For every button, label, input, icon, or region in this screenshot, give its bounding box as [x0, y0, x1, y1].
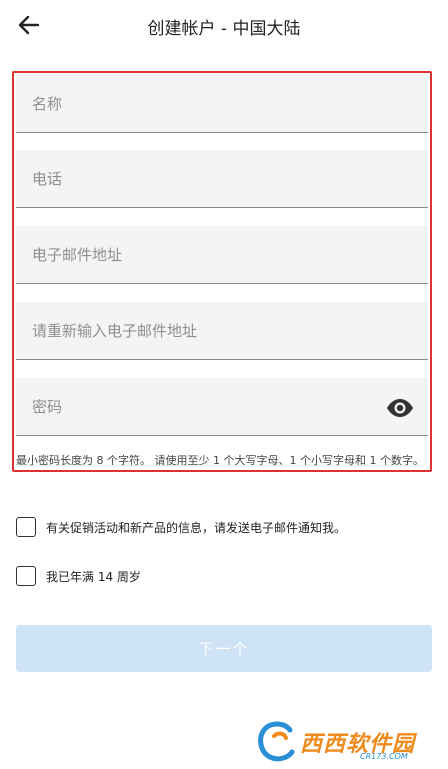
phone-field[interactable]: [16, 150, 428, 208]
eye-icon[interactable]: [386, 398, 414, 418]
phone-input[interactable]: [16, 150, 428, 207]
page-title: 创建帐户 - 中国大陆: [147, 19, 301, 39]
age-option[interactable]: 我已年满 14 周岁: [16, 565, 141, 587]
password-input[interactable]: [16, 378, 428, 435]
watermark-subtext: CR173.COM: [360, 752, 408, 761]
email-field[interactable]: [16, 226, 428, 284]
email-confirm-field[interactable]: [16, 302, 428, 360]
password-field[interactable]: [16, 378, 428, 436]
password-hint: 最小密码长度为 8 个字符。 请使用至少 1 个大写字母、1 个小写字母和 1 …: [16, 454, 424, 467]
name-input[interactable]: [16, 75, 428, 132]
watermark-logo: 西西软件园 CR173.COM: [252, 718, 432, 764]
email-input[interactable]: [16, 226, 428, 283]
age-checkbox[interactable]: [16, 566, 36, 586]
app-header: 创建帐户 - 中国大陆: [0, 0, 448, 50]
age-label[interactable]: 我已年满 14 周岁: [46, 568, 141, 585]
email-confirm-input[interactable]: [16, 302, 428, 359]
name-field[interactable]: [16, 75, 428, 133]
marketing-checkbox[interactable]: [16, 517, 36, 537]
watermark-emblem-icon: [258, 721, 295, 762]
next-button[interactable]: 下一个: [16, 625, 432, 672]
marketing-option[interactable]: 有关促销活动和新产品的信息，请发送电子邮件通知我。: [16, 516, 346, 538]
marketing-label[interactable]: 有关促销活动和新产品的信息，请发送电子邮件通知我。: [46, 519, 346, 536]
